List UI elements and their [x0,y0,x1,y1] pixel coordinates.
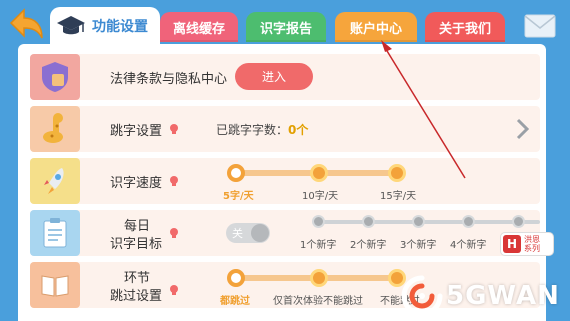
back-arrow-icon[interactable] [8,6,46,42]
row-label-line1: 环节 [124,271,151,286]
watermark-logo-icon [401,275,443,316]
watermark-text: 5GWAN [446,280,560,311]
legal-icon-box [30,54,80,100]
tab-label: 功能设置 [92,19,148,35]
tab-label: 识字报告 [259,21,312,37]
speed-option-15[interactable] [388,164,406,182]
settings-row-legal: 法律条款与隐私中心 进入 [30,54,540,100]
row-label: 跳字设置 [110,124,163,139]
skip-chapter-option-label: 仅首次体验不能跳过 [273,296,363,307]
chevron-right-icon[interactable] [515,118,529,140]
settings-row-goal: 每日 识字目标 关 1个新字 2个新字 3个新字 4个新字 5 [30,210,540,256]
skip-icon-box [30,106,80,152]
row-label-line2: 识字目标 [110,237,163,252]
goal-option-label: 4个新字 [450,240,487,251]
giraffe-icon [43,113,63,143]
lightbulb-icon[interactable] [169,284,179,296]
book-icon [41,275,69,297]
goal-option-2[interactable] [362,215,375,228]
rocket-icon [44,168,64,194]
mail-icon[interactable] [524,14,556,38]
goal-option-5[interactable] [512,215,525,228]
row-label: 法律条款与隐私中心 [110,72,228,87]
skipped-count: 已跳字字数：0个 [216,121,308,138]
settings-row-speed: 识字速度 5字/天 10字/天 15字/天 [30,158,540,204]
settings-row-skip[interactable]: 跳字设置 已跳字字数：0个 [30,106,540,152]
clipboard-icon [43,218,67,248]
badge-text-line1: 洪恩 [524,235,540,244]
tab-label: 离线缓存 [172,21,225,37]
goal-option-label: 3个新字 [400,240,437,251]
speed-option-label: 15字/天 [380,191,417,202]
tab-about-us[interactable]: 关于我们 [425,12,505,42]
graduation-cap-icon [57,16,85,35]
speed-icon-box [30,158,80,204]
tab-label: 账户中心 [349,21,402,37]
skip-chapter-option-1[interactable] [227,269,245,287]
speed-option-5[interactable] [227,164,245,182]
goal-option-label: 1个新字 [300,240,337,251]
tab-label: 关于我们 [438,21,491,37]
goal-toggle[interactable]: 关 [226,223,270,243]
lightbulb-icon[interactable] [169,175,179,187]
badge-text: 洪恩 系列 [524,235,540,253]
toggle-knob [251,224,269,242]
goal-option-1[interactable] [312,215,325,228]
skipped-count-value: 0个 [288,123,309,137]
speed-option-label: 10字/天 [302,191,339,202]
skip-chapter-option-label: 都跳过 [220,296,250,307]
lightbulb-icon[interactable] [169,227,179,239]
lightbulb-icon[interactable] [169,123,179,135]
badge-letter: H [503,235,521,253]
row-label-line2: 跳过设置 [110,289,163,304]
goal-option-3[interactable] [412,215,425,228]
hongen-series-badge[interactable]: H 洪恩 系列 [500,232,554,256]
goal-option-4[interactable] [462,215,475,228]
enter-button[interactable]: 进入 [235,63,313,90]
shield-icon [42,62,68,92]
speed-option-label: 5字/天 [223,191,254,202]
skip-chapter-icon-box [30,262,80,308]
skipped-count-label: 已跳字字数： [216,123,289,137]
speed-option-10[interactable] [310,164,328,182]
watermark: 5GWAN [400,270,570,321]
row-label: 识字速度 [110,176,163,191]
goal-icon-box [30,210,80,256]
badge-text-line2: 系列 [524,244,540,253]
goal-option-label: 2个新字 [350,240,387,251]
tab-account-center[interactable]: 账户中心 [335,12,417,42]
goal-track [318,220,540,224]
row-label-line1: 每日 [124,219,151,234]
tab-literacy-report[interactable]: 识字报告 [246,12,326,42]
tab-offline-cache[interactable]: 离线缓存 [160,12,238,42]
toggle-label: 关 [232,227,243,240]
skip-chapter-option-2[interactable] [310,269,328,287]
tab-function-settings[interactable]: 功能设置 [50,7,160,45]
